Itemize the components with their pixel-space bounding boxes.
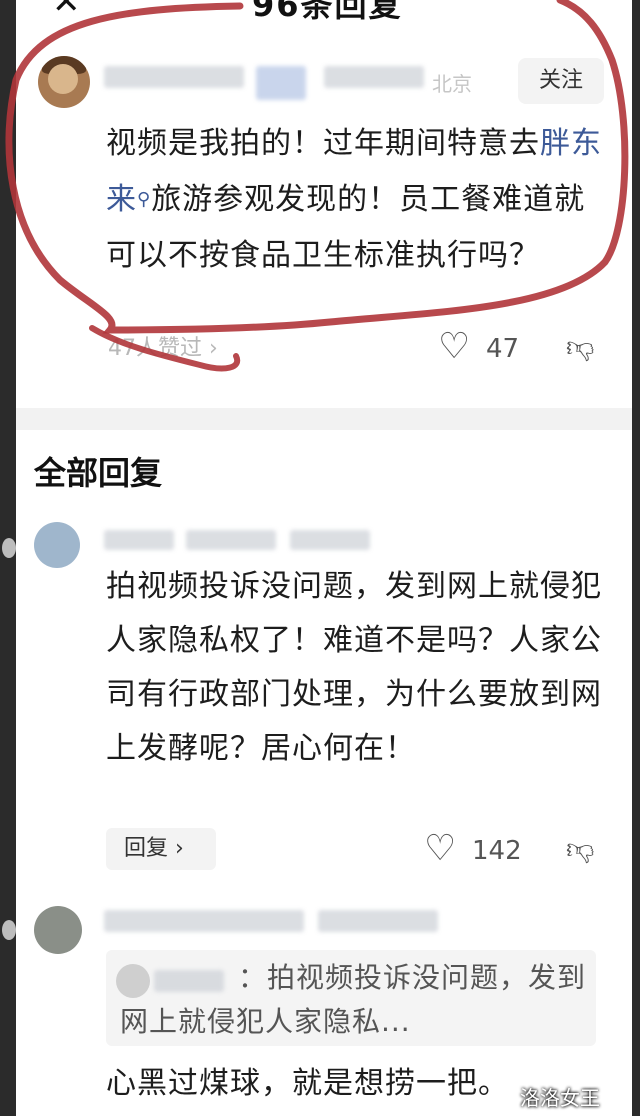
section-divider xyxy=(16,408,632,430)
side-indicator xyxy=(2,920,16,940)
red-circle-annotation xyxy=(5,0,629,372)
heart-icon[interactable]: ♡ xyxy=(424,828,456,869)
username-blurred xyxy=(104,910,304,932)
avatar[interactable] xyxy=(34,522,80,568)
quoted-reply[interactable]: ：拍视频投诉没问题，发到网上就侵犯人家隐私... xyxy=(106,950,596,1046)
meta-blurred xyxy=(290,530,370,550)
dislike-icon[interactable]: 👎︎ xyxy=(566,832,594,866)
username-blurred xyxy=(104,530,174,550)
reply-text: 拍视频投诉没问题，发到网上就侵犯人家隐私权了！难道不是吗？人家公司有行政部门处理… xyxy=(106,569,602,766)
watermark: 洛洛女王 xyxy=(520,1086,600,1110)
reply-button[interactable]: 回复 › xyxy=(106,828,216,870)
side-indicator xyxy=(2,538,16,558)
quoted-text: ：拍视频投诉没问题，发到网上就侵犯人家隐私... xyxy=(120,961,587,1038)
all-replies-heading: 全部回复 xyxy=(34,454,163,492)
like-count: 142 xyxy=(472,836,522,866)
meta-blurred xyxy=(318,910,438,932)
username-blurred xyxy=(186,530,276,550)
avatar[interactable] xyxy=(34,906,82,954)
screenshot-frame: ✕ 96条回复 北京 关注 视频是我拍的！过年期间特意去胖东来⚲旅游参观发现的！… xyxy=(0,0,640,1116)
reply-text: 心黑过煤球，就是想捞一把。 xyxy=(106,1066,509,1101)
